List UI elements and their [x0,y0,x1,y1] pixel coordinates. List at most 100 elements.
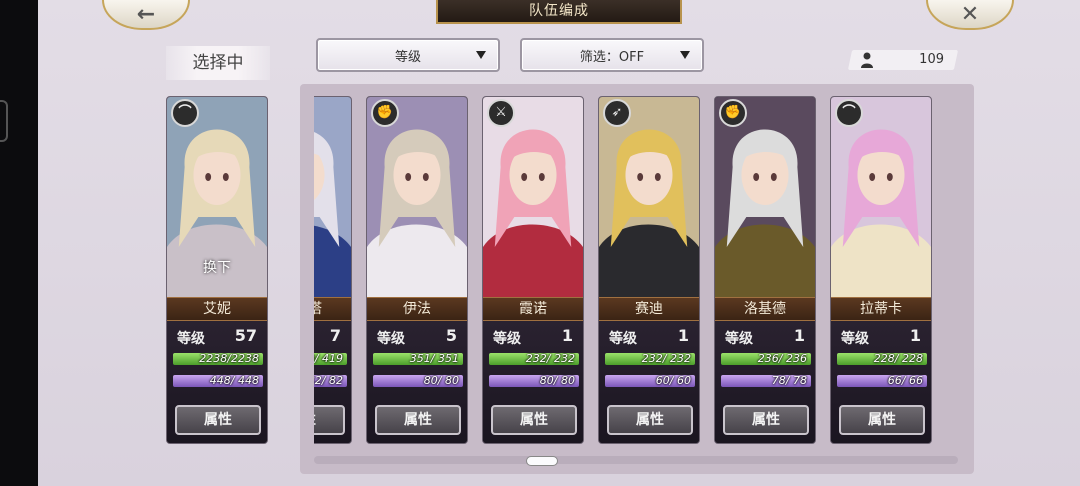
hp-text: 228/ 228 [873,353,923,365]
level-value: 7 [329,326,341,345]
level-label: 等级 [377,331,405,347]
attributes-button[interactable]: 属性 [175,405,261,435]
attributes-button[interactable]: 属性 [723,405,809,435]
mp-bar: 80/ 80 [489,375,579,387]
unit-name: 艾妮 [167,297,267,321]
unit-stats: 等级7419/ 41982/ 82属性 [314,321,351,443]
level-value: 57 [234,326,257,345]
character-portrait [599,97,699,297]
back-arrow-icon: ← [136,1,156,27]
swap-out-label: 换下 [203,260,231,276]
chevron-down-icon [680,51,690,59]
hp-bar: 232/ 232 [605,353,695,365]
mp-text: 80/ 80 [423,375,459,387]
character-portrait-art [483,97,583,297]
hp-text: 232/ 232 [641,353,691,365]
mp-bar: 66/ 66 [837,375,927,387]
fist-icon: ✊ [719,99,747,127]
hp-bar: 419/ 419 [314,353,347,365]
unit-card[interactable]: ➶ 赛迪 等级 1 232/ 232 60/ 60 属性 [598,96,700,444]
attributes-button[interactable]: 属性 [839,405,925,435]
hp-bar: 228/ 228 [837,353,927,365]
mp-text: 80/ 80 [539,375,575,387]
back-button[interactable]: ← [102,0,190,30]
hp-text: 236/ 236 [757,353,807,365]
unit-stats: 等级 1 232/ 232 80/ 80 属性 [483,321,583,443]
sword-icon: ⚔ [487,99,515,127]
person-icon [861,52,873,68]
level-label: 等级 [177,331,205,347]
fist-icon: ✊ [371,99,399,127]
character-portrait-art [715,97,815,297]
sort-dropdown-value: 等级 [394,49,421,65]
unit-card[interactable]: ⌒ 拉蒂卡 等级 1 228/ 228 66/ 66 属性 [830,96,932,444]
hp-text: 419/ 419 [314,353,343,365]
hp-text: 351/ 351 [409,353,459,365]
unit-name: 赛迪 [599,297,699,321]
attributes-button[interactable]: 属性 [314,405,345,435]
mp-text: 78/ 78 [771,375,807,387]
level-label: 等级 [609,331,637,347]
mp-text: 66/ 66 [887,375,923,387]
mp-bar: 80/ 80 [373,375,463,387]
mp-text: 60/ 60 [655,375,691,387]
character-portrait [367,97,467,297]
selected-unit-card[interactable]: ⌒ 换下艾妮等级 57 2238/2238 448/ 448 属性 [166,96,268,444]
mp-text: 448/ 448 [209,375,259,387]
mp-bar: 78/ 78 [721,375,811,387]
unit-card[interactable]: ⚔ 霞诺 等级 1 232/ 232 80/ 80 属性 [482,96,584,444]
character-portrait [483,97,583,297]
attributes-button[interactable]: 属性 [607,405,693,435]
level-label: 等级 [493,331,521,347]
chevron-down-icon [476,51,486,59]
close-button[interactable]: ✕ [926,0,1014,30]
character-portrait-art [314,97,351,297]
filter-dropdown[interactable]: 筛选：OFF [520,38,704,72]
level-value: 1 [909,326,921,345]
attributes-button[interactable]: 属性 [375,405,461,435]
level-value: 1 [793,326,805,345]
unit-name: 霞诺 [483,297,583,321]
unit-name: 拉蒂卡 [831,297,931,321]
level-value: 5 [445,326,457,345]
unit-stats: 等级 1 228/ 228 66/ 66 属性 [831,321,931,443]
hp-bar: 232/ 232 [489,353,579,365]
spear-icon: ➶ [603,99,631,127]
selecting-label: 选择中 [166,46,270,80]
unit-stats: 等级 57 2238/2238 448/ 448 属性 [167,321,267,443]
mp-bar: 60/ 60 [605,375,695,387]
unit-stats: 等级 1 232/ 232 60/ 60 属性 [599,321,699,443]
page-title: 队伍编成 [436,0,682,24]
hp-text: 2238/2238 [199,353,259,365]
attributes-button[interactable]: 属性 [491,405,577,435]
unit-card[interactable]: ⌒ 换下艾妮等级 57 2238/2238 448/ 448 属性 [166,96,268,444]
character-portrait-art [599,97,699,297]
unit-name: 赛丝塔 [314,297,351,321]
sort-dropdown[interactable]: 等级 [316,38,500,72]
character-portrait [831,97,931,297]
level-label: 等级 [725,331,753,347]
team-formation-screen: ← 队伍编成 ✕ 选择中 等级 筛选：OFF 109 ⌒ 换下 艾妮 等级 57 2238… [38,0,1080,486]
mp-bar: 448/ 448 [173,375,263,387]
unit-card[interactable]: ✊ 伊法 等级 5 351/ 351 80/ 80 属性 [366,96,468,444]
mp-text: 82/ 82 [314,375,343,387]
close-icon: ✕ [960,1,980,27]
unit-card[interactable]: ✋赛丝塔等级7419/ 41982/ 82属性 [314,96,352,444]
unit-list[interactable]: ✋赛丝塔等级7419/ 41982/ 82属性✊伊法等级5351/ 35180/… [314,96,958,446]
hp-bar: 351/ 351 [373,353,463,365]
hp-bar: 2238/2238 [173,353,263,365]
character-portrait [715,97,815,297]
mp-bar: 82/ 82 [314,375,347,387]
scrollbar-track[interactable] [314,456,958,464]
bow-icon: ⌒ [171,99,199,127]
unit-stats: 等级 5 351/ 351 80/ 80 属性 [367,321,467,443]
filter-dropdown-value: 筛选：OFF [579,49,645,65]
side-handle [0,100,8,142]
unit-card[interactable]: ✊ 洛基德等级 1 236/ 236 78/ 78 属性 [714,96,816,444]
character-portrait [314,97,351,297]
scrollbar-thumb[interactable] [526,456,558,466]
hp-text: 232/ 232 [525,353,575,365]
hp-bar: 236/ 236 [721,353,811,365]
character-portrait-art [367,97,467,297]
unit-name: 洛基德 [715,297,815,321]
